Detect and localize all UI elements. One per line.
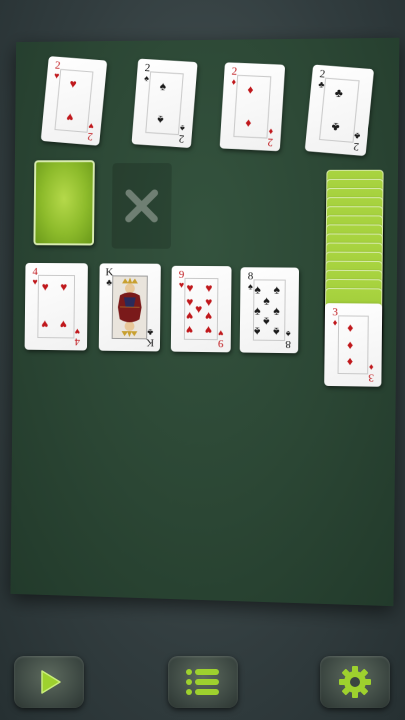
foundation-card-spades[interactable]: 2 ♠ ♠ ♠ 2 ♠ <box>131 58 198 149</box>
card-corner-bottom: 8 ♠ <box>285 328 291 351</box>
play-button[interactable] <box>14 656 84 708</box>
settings-button[interactable] <box>320 656 390 708</box>
card-corner-bottom: 2 ♥ <box>86 120 95 143</box>
tableau-card-king-clubs[interactable]: K ♣ K ♣ <box>98 263 161 352</box>
spade-icon: ♠ <box>159 78 167 94</box>
heart-icon: ♥ <box>59 317 67 332</box>
heart-icon: ♥ <box>205 281 213 296</box>
club-icon: ♣ <box>334 85 344 101</box>
menu-list-icon <box>186 669 219 695</box>
menu-button[interactable] <box>168 656 238 708</box>
tableau-card-4-hearts[interactable]: 4 ♥ ♥ ♥ ♥ ♥ 4 ♥ <box>24 262 88 351</box>
tableau-card-8-spades[interactable]: 8 ♠ ♠ ♠ ♠ ♠ ♠ ♠ ♠ ♠ 8 ♠ <box>239 267 300 354</box>
king-portrait-icon <box>112 275 148 339</box>
heart-icon: ♥ <box>69 76 78 92</box>
card-back-slot[interactable] <box>33 160 95 246</box>
x-mark-icon <box>124 188 160 224</box>
spade-icon: ♠ <box>273 303 280 318</box>
gear-icon <box>339 666 371 698</box>
diamond-icon: ♦ <box>246 82 254 97</box>
heart-icon: ♥ <box>185 322 194 337</box>
spade-icon: ♠ <box>273 324 280 339</box>
heart-icon: ♥ <box>65 110 75 125</box>
diamond-icon: ♦ <box>244 116 252 131</box>
card-corner-bottom: 2 ♠ <box>178 123 186 145</box>
empty-slot[interactable] <box>111 163 172 249</box>
spade-icon: ♠ <box>263 314 270 329</box>
foundation-card-hearts[interactable]: 2 ♥ ♥ ♥ 2 ♥ <box>40 56 108 146</box>
spade-icon: ♠ <box>254 303 261 318</box>
card-corner-bottom: 2 ♣ <box>352 130 361 153</box>
spade-icon: ♠ <box>156 112 165 128</box>
heart-icon: ♥ <box>205 295 213 310</box>
foundation-card-clubs[interactable]: 2 ♣ ♣ ♣ 2 ♣ <box>304 64 375 157</box>
diamond-icon: ♦ <box>347 320 354 335</box>
card-corner-bottom: 3 ♦ <box>368 362 375 384</box>
foundation-card-diamonds[interactable]: 2 ♦ ♦ ♦ 2 ♦ <box>219 62 286 152</box>
heart-icon: ♥ <box>204 323 213 338</box>
heart-icon: ♥ <box>41 317 49 332</box>
heart-icon: ♥ <box>195 301 203 317</box>
diamond-icon: ♦ <box>346 354 354 370</box>
heart-icon: ♥ <box>60 279 68 294</box>
card-corner-bottom: 4 ♥ <box>74 326 81 348</box>
heart-icon: ♥ <box>186 294 194 309</box>
diamond-icon: ♦ <box>346 337 354 352</box>
card-corner-bottom: 9 ♥ <box>217 328 224 350</box>
spade-icon: ♠ <box>254 282 261 297</box>
card-table: 2 ♥ ♥ ♥ 2 ♥ 2 ♠ ♠ ♠ 2 ♠ 2 ♦ ♦ ♦ 2 ♦ 2 ♣ ♣ ♣ 2 ♣ … <box>10 37 400 607</box>
stock-pile[interactable] <box>324 169 384 376</box>
card-corner-bottom: 2 ♦ <box>267 126 274 148</box>
waste-card[interactable]: 3 ♦ ♦ ♦ ♦ 3 ♦ <box>324 303 383 387</box>
spade-icon: ♠ <box>263 293 270 308</box>
tableau-card-9-hearts[interactable]: 9 ♥ ♥ ♥ ♥ ♥ ♥ ♥ ♥ ♥ ♥ 9 ♥ <box>170 265 232 353</box>
spade-icon: ♠ <box>253 324 261 339</box>
heart-icon: ♥ <box>186 308 194 323</box>
spade-icon: ♠ <box>273 282 281 297</box>
heart-icon: ♥ <box>204 309 213 324</box>
heart-icon: ♥ <box>186 280 194 295</box>
heart-icon: ♥ <box>41 279 49 294</box>
play-icon <box>41 670 61 694</box>
club-icon: ♣ <box>330 119 341 135</box>
card-corner-bottom: K ♣ <box>146 327 155 349</box>
